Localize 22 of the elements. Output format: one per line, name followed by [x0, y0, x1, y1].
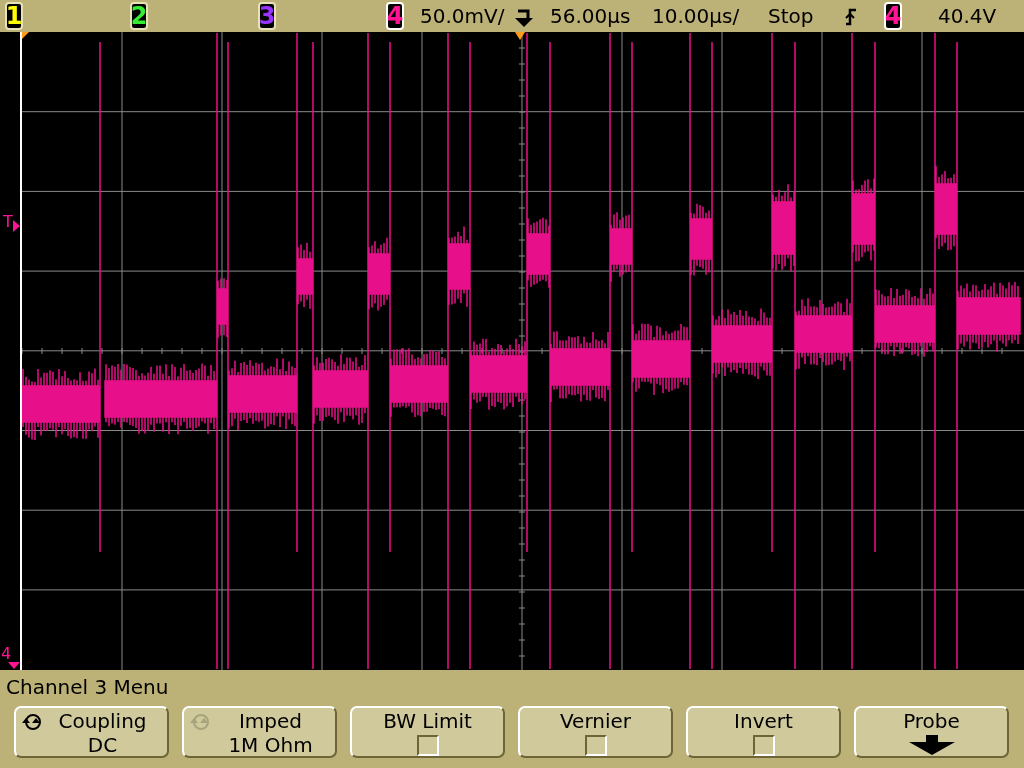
- softkey-button[interactable]: Probe: [854, 706, 1009, 758]
- trigger-level-marker: T: [3, 214, 13, 230]
- softkey-button[interactable]: BW Limit: [350, 706, 505, 758]
- checkbox[interactable]: [584, 735, 607, 756]
- channel-badge[interactable]: 3: [258, 2, 276, 30]
- channel-badge[interactable]: 1: [5, 2, 23, 30]
- softkey-button[interactable]: Vernier: [518, 706, 673, 758]
- trigger-level: 40.4V: [938, 3, 997, 29]
- channel-badge[interactable]: 2: [130, 2, 148, 30]
- menu-title: Channel 3 Menu: [6, 675, 169, 699]
- volts-per-division: 50.0mV/: [420, 3, 505, 29]
- run-state: Stop: [768, 3, 814, 29]
- rising-edge-icon: [844, 8, 858, 26]
- arrow-icon: [8, 662, 20, 669]
- checkbox[interactable]: [752, 735, 775, 756]
- softkey-button[interactable]: Coupling DC: [14, 706, 169, 758]
- arrow-icon: [13, 220, 20, 232]
- delay-readout: 56.00µs: [550, 3, 631, 29]
- ground-marker: 4: [1, 646, 12, 662]
- softkey-button[interactable]: Invert: [686, 706, 841, 758]
- time-per-division: 10.00µs/: [652, 3, 740, 29]
- checkbox[interactable]: [416, 735, 439, 756]
